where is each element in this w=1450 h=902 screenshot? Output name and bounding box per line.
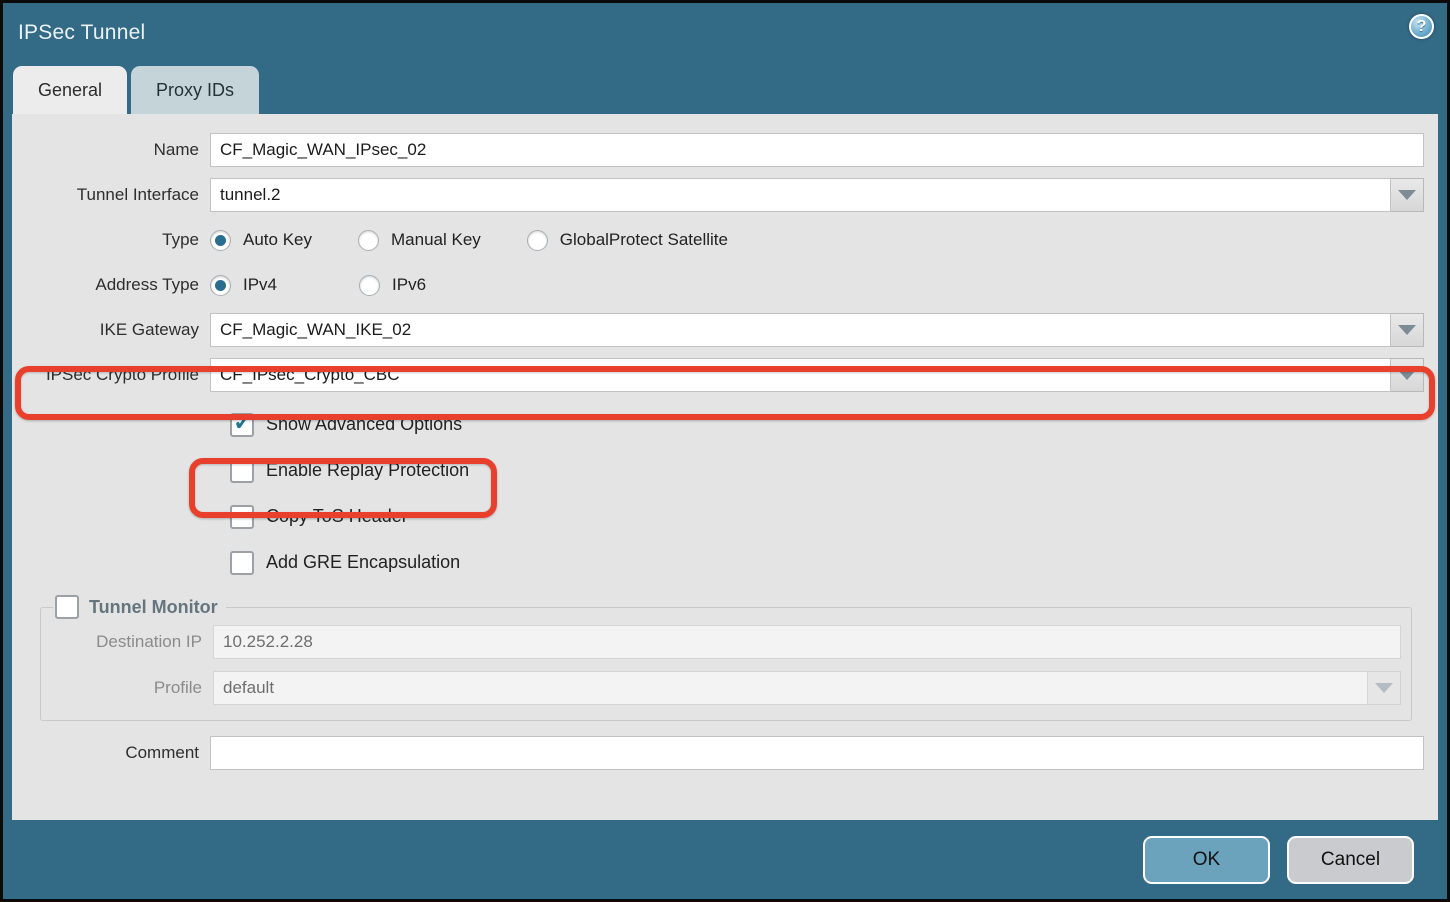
tunnel-interface-row: Tunnel Interface	[12, 178, 1438, 212]
tab-general-label: General	[38, 80, 102, 101]
ike-gateway-dropdown-button[interactable]	[1391, 313, 1424, 347]
name-input[interactable]	[210, 133, 1424, 167]
radio-manual-key[interactable]: Manual Key	[358, 230, 481, 251]
radio-icon	[527, 230, 548, 251]
add-gre-encapsulation-row: ✓ Add GRE Encapsulation	[230, 549, 1438, 576]
comment-input[interactable]	[210, 736, 1424, 770]
show-advanced-options-checkbox[interactable]: ✓	[230, 413, 254, 437]
destination-ip-label: Destination IP	[41, 632, 213, 652]
check-icon: ✓	[233, 408, 253, 437]
radio-globalprotect-satellite-label: GlobalProtect Satellite	[560, 230, 728, 250]
radio-ipv6-label: IPv6	[392, 275, 426, 295]
tunnel-interface-input[interactable]	[210, 178, 1391, 212]
comment-row: Comment	[12, 736, 1438, 770]
ike-gateway-input[interactable]	[210, 313, 1391, 347]
tab-proxy-ids-label: Proxy IDs	[156, 80, 234, 101]
general-tab-panel: Name Tunnel Interface Type Auto Key	[12, 114, 1438, 820]
radio-icon	[210, 275, 231, 296]
radio-icon	[358, 230, 379, 251]
destination-ip-input	[213, 625, 1401, 659]
show-advanced-options-label: Show Advanced Options	[266, 414, 462, 435]
add-gre-encapsulation-checkbox[interactable]: ✓	[230, 551, 254, 575]
copy-tos-header-row: ✓ Copy ToS Header	[230, 503, 1438, 530]
titlebar: IPSec Tunnel ?	[3, 3, 1447, 62]
radio-manual-key-label: Manual Key	[391, 230, 481, 250]
add-gre-encapsulation-label: Add GRE Encapsulation	[266, 552, 460, 573]
name-label: Name	[12, 140, 210, 160]
enable-replay-protection-checkbox[interactable]: ✓	[230, 459, 254, 483]
copy-tos-header-checkbox[interactable]: ✓	[230, 505, 254, 529]
monitor-profile-row: Profile	[41, 671, 1411, 705]
enable-replay-protection-label: Enable Replay Protection	[266, 460, 469, 481]
tunnel-interface-dropdown-button[interactable]	[1391, 178, 1424, 212]
chevron-down-icon	[1398, 370, 1416, 380]
cancel-button[interactable]: Cancel	[1287, 836, 1414, 884]
monitor-profile-dropdown-button	[1368, 671, 1401, 705]
radio-ipv4-label: IPv4	[243, 275, 277, 295]
tunnel-monitor-label: Tunnel Monitor	[89, 597, 218, 618]
ike-gateway-row: IKE Gateway	[12, 313, 1438, 347]
monitor-profile-input	[213, 671, 1368, 705]
ipsec-crypto-profile-label: IPSec Crypto Profile	[12, 365, 210, 385]
radio-auto-key-label: Auto Key	[243, 230, 312, 250]
enable-replay-protection-row: ✓ Enable Replay Protection	[230, 457, 1438, 484]
ipsec-tunnel-dialog: IPSec Tunnel ? General Proxy IDs Name Tu…	[0, 0, 1450, 902]
monitor-profile-label: Profile	[41, 678, 213, 698]
tunnel-monitor-legend: ✓ Tunnel Monitor	[53, 595, 226, 619]
chevron-down-icon	[1398, 190, 1416, 200]
radio-ipv6[interactable]: IPv6	[359, 275, 426, 296]
type-label: Type	[12, 230, 210, 250]
address-type-row: Address Type IPv4 IPv6	[12, 268, 1438, 302]
tunnel-monitor-checkbox[interactable]: ✓	[55, 595, 79, 619]
name-row: Name	[12, 133, 1438, 167]
radio-ipv4[interactable]: IPv4	[210, 275, 277, 296]
help-glyph: ?	[1417, 18, 1427, 36]
destination-ip-row: Destination IP	[41, 625, 1411, 659]
copy-tos-header-label: Copy ToS Header	[266, 506, 408, 527]
radio-icon	[210, 230, 231, 251]
radio-globalprotect-satellite[interactable]: GlobalProtect Satellite	[527, 230, 728, 251]
type-row: Type Auto Key Manual Key GlobalProtect S…	[12, 223, 1438, 257]
tunnel-monitor-section: ✓ Tunnel Monitor Destination IP Profile	[40, 595, 1412, 721]
chevron-down-icon	[1375, 683, 1393, 693]
chevron-down-icon	[1398, 325, 1416, 335]
tunnel-interface-label: Tunnel Interface	[12, 185, 210, 205]
radio-auto-key[interactable]: Auto Key	[210, 230, 312, 251]
dialog-footer: OK Cancel	[3, 820, 1447, 899]
dialog-title: IPSec Tunnel	[18, 21, 145, 45]
address-type-label: Address Type	[12, 275, 210, 295]
show-advanced-options-row: ✓ Show Advanced Options	[230, 411, 1438, 438]
radio-icon	[359, 275, 380, 296]
tab-bar: General Proxy IDs	[3, 62, 1447, 114]
comment-label: Comment	[12, 743, 210, 763]
help-icon[interactable]: ?	[1409, 14, 1434, 39]
tab-general[interactable]: General	[13, 66, 127, 114]
ipsec-crypto-profile-row: IPSec Crypto Profile	[12, 358, 1438, 392]
tab-proxy-ids[interactable]: Proxy IDs	[131, 66, 259, 114]
ipsec-crypto-profile-input[interactable]	[210, 358, 1391, 392]
ipsec-crypto-profile-dropdown-button[interactable]	[1391, 358, 1424, 392]
ike-gateway-label: IKE Gateway	[12, 320, 210, 340]
ok-button[interactable]: OK	[1143, 836, 1270, 884]
